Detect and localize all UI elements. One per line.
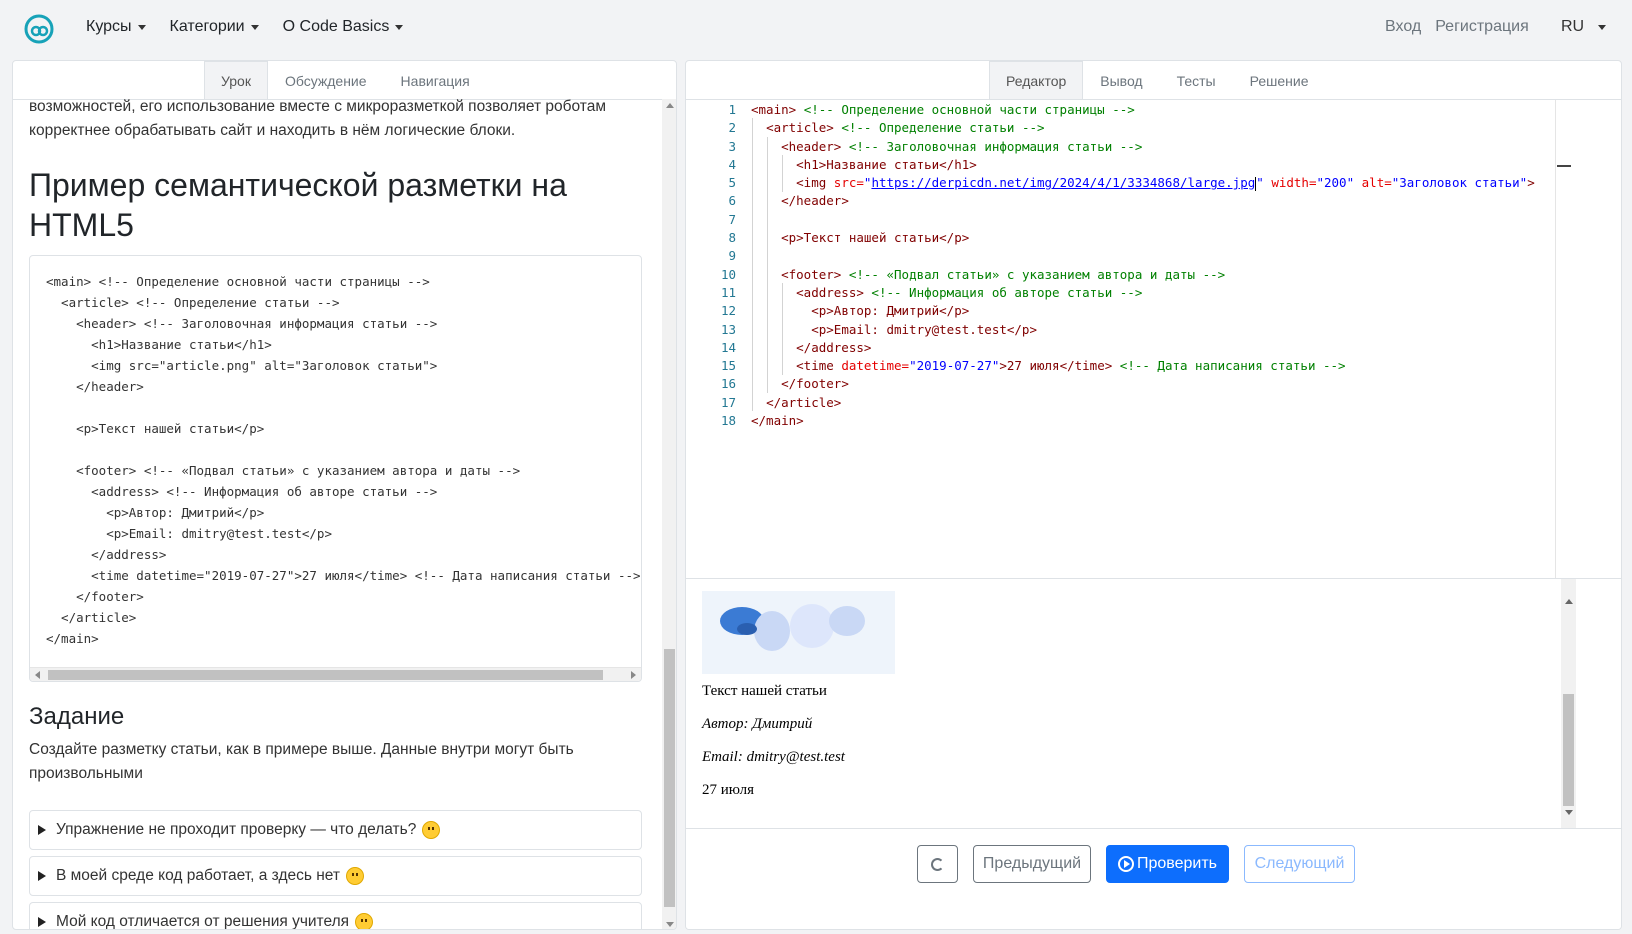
task-heading: Задание (29, 703, 125, 730)
faq-item[interactable]: Упражнение не проходит проверку — что де… (29, 810, 642, 850)
nav-about[interactable]: О Code Basics (283, 18, 404, 36)
thinking-face-icon (355, 913, 374, 929)
tab-lesson[interactable]: Урок (204, 61, 268, 99)
line-numbers: 123 456 789 10 11 12 13 14 15 16 17 18 (720, 102, 736, 429)
confused-face-icon (422, 821, 441, 839)
task-text: Создайте разметку статьи, как в примере … (29, 741, 574, 782)
scroll-up-icon[interactable] (666, 103, 674, 108)
disclosure-triangle-icon (38, 871, 46, 881)
lesson-content: возможностей, его использование вместе с… (29, 99, 659, 929)
lesson-heading: Пример семантической разметки на HTML5 (29, 167, 567, 243)
register-link[interactable]: Регистрация (1435, 18, 1529, 36)
minimap-marker (1557, 165, 1571, 167)
scroll-down-icon[interactable] (1565, 810, 1573, 815)
disclosure-triangle-icon (38, 917, 46, 927)
reset-button[interactable] (917, 845, 958, 883)
scrollbar-thumb[interactable] (48, 670, 603, 680)
scroll-right-icon[interactable] (631, 671, 636, 679)
preview-scrollbar[interactable] (1561, 579, 1576, 828)
play-circle-icon (1117, 856, 1134, 872)
tab-editor[interactable]: Редактор (989, 61, 1084, 99)
login-link[interactable]: Вход (1385, 18, 1421, 36)
worried-face-icon (346, 867, 365, 885)
tab-discussion[interactable]: Обсуждение (268, 61, 384, 99)
lesson-scrollbar[interactable] (662, 99, 676, 929)
image-url-link[interactable]: https://derpicdn.net/img/2024/4/1/333486… (871, 175, 1255, 190)
lesson-panel: Урок Обсуждение Навигация возможностей, … (12, 60, 677, 930)
faq-item[interactable]: Мой код отличается от решения учителя (29, 902, 642, 929)
editor-minimap-border (1555, 100, 1556, 580)
scroll-down-icon[interactable] (666, 922, 674, 927)
previous-button[interactable]: Предыдущий (973, 845, 1091, 883)
tab-solution[interactable]: Решение (1233, 61, 1326, 99)
action-bar: Предыдущий Проверить Следующий (686, 828, 1621, 929)
nav-courses[interactable]: Курсы (86, 18, 146, 36)
scrollbar-thumb[interactable] (664, 649, 675, 907)
preview-author: Автор: Дмитрий (702, 716, 813, 732)
reset-icon (931, 857, 944, 871)
language-selector[interactable]: RU (1561, 18, 1607, 36)
chevron-down-icon (1598, 24, 1607, 30)
faq-item[interactable]: В моей среде код работает, а здесь нет (29, 856, 642, 896)
scroll-left-icon[interactable] (35, 671, 40, 679)
tab-output[interactable]: Вывод (1083, 61, 1159, 99)
editor-panel: Редактор Вывод Тесты Решение 123 456 789… (685, 60, 1622, 930)
preview-date: 27 июля (702, 782, 754, 798)
code-editor[interactable]: 123 456 789 10 11 12 13 14 15 16 17 18 <main> … (686, 100, 1591, 600)
scroll-up-icon[interactable] (1565, 599, 1573, 604)
editor-code[interactable]: <main> <!-- Определение основной части с… (751, 100, 1535, 430)
tab-navigation[interactable]: Навигация (384, 61, 487, 99)
faq-list: Упражнение не проходит проверку — что де… (29, 810, 659, 929)
lesson-intro-text: возможностей, его использование вместе с… (29, 99, 607, 139)
next-button[interactable]: Следующий (1244, 845, 1355, 883)
preview-text: Текст нашей статьи (702, 683, 827, 699)
scrollbar-thumb[interactable] (1563, 694, 1574, 806)
preview-image (702, 591, 895, 674)
top-navbar: Курсы Категории О Code Basics Вход Регис… (0, 0, 1632, 58)
preview-output: Текст нашей статьи Автор: Дмитрий Email:… (686, 578, 1621, 828)
chevron-down-icon (395, 24, 404, 30)
preview-email: Email: dmitry@test.test (702, 749, 845, 765)
chevron-down-icon (250, 24, 259, 30)
nav-categories[interactable]: Категории (170, 18, 259, 36)
code-basics-logo[interactable] (24, 14, 54, 44)
horizontal-scrollbar[interactable] (30, 667, 641, 681)
disclosure-triangle-icon (38, 825, 46, 835)
example-code: <main> <!-- Определение основной части с… (46, 274, 641, 646)
example-code-block: <main> <!-- Определение основной части с… (29, 255, 642, 682)
tab-tests[interactable]: Тесты (1160, 61, 1233, 99)
check-button[interactable]: Проверить (1106, 845, 1229, 883)
chevron-down-icon (137, 24, 146, 30)
